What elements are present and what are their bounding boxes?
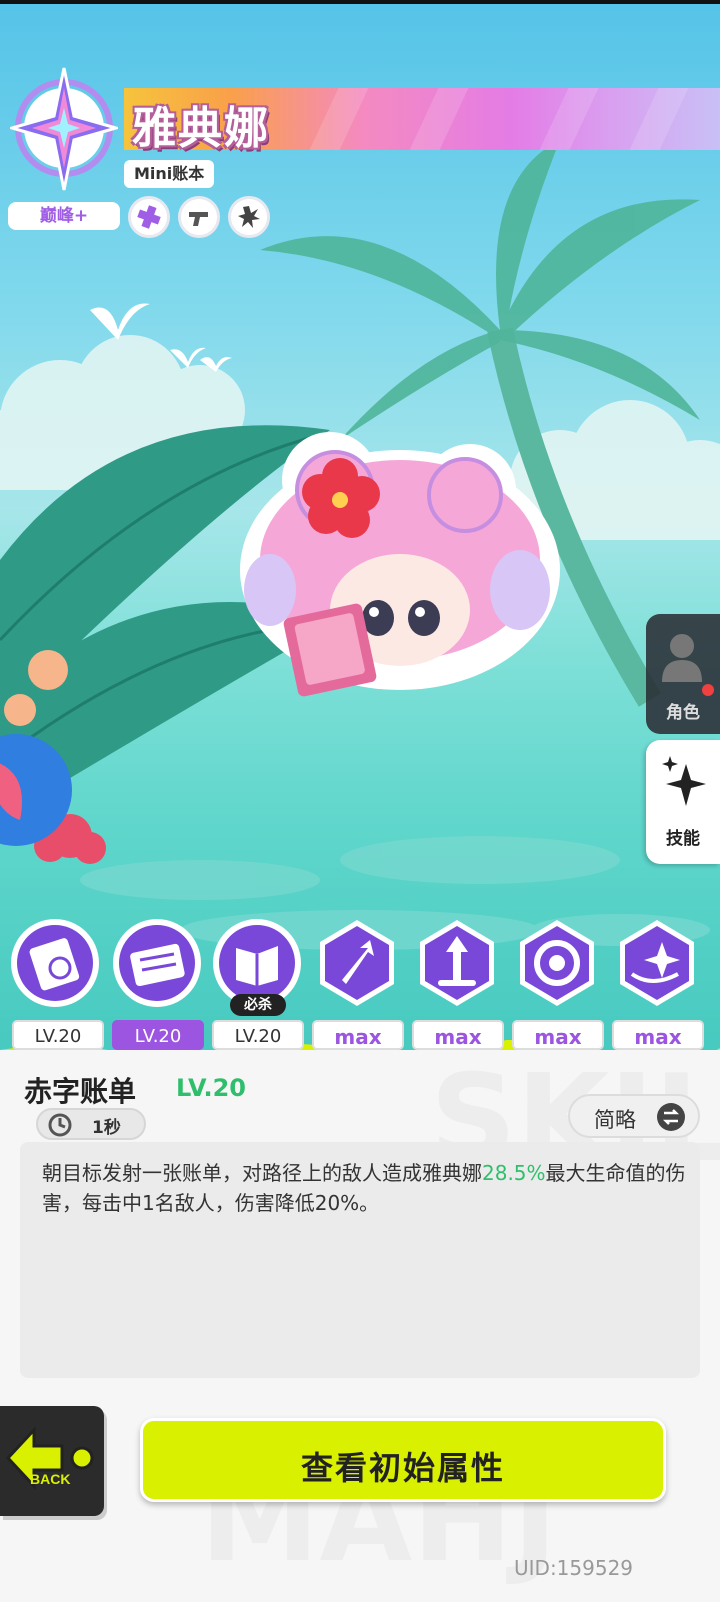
skill-level-1[interactable]: LV.20: [12, 1020, 104, 1050]
skill-level-7[interactable]: max: [612, 1020, 704, 1050]
passive-comet-icon[interactable]: [612, 918, 702, 1008]
back-button[interactable]: BACK: [0, 1406, 104, 1516]
skill-description: 朝目标发射一张账单，对路径上的敌人造成雅典娜28.5%最大生命值的伤害，每击中1…: [42, 1161, 686, 1215]
tab-character-label: 角色: [666, 703, 700, 723]
tab-character[interactable]: 角色: [646, 614, 720, 734]
character-name: 雅典娜: [132, 103, 270, 154]
skill-level-4[interactable]: max: [312, 1020, 404, 1050]
status-bar: [0, 0, 720, 4]
skill-level-3[interactable]: LV.20: [212, 1020, 304, 1050]
notification-dot: [702, 684, 714, 696]
skill-bill-icon[interactable]: [10, 918, 100, 1008]
ultimate-tag: 必杀: [230, 994, 286, 1016]
damage-percent: 28.5%: [482, 1161, 546, 1185]
character-sprite: [240, 432, 560, 697]
skill-level-5[interactable]: max: [412, 1020, 504, 1050]
tab-skills-label: 技能: [666, 829, 700, 849]
skill-level-6[interactable]: max: [512, 1020, 604, 1050]
skill-level-2[interactable]: LV.20: [112, 1020, 204, 1050]
skill-notebook-icon[interactable]: [112, 918, 202, 1008]
passive-arrow-icon[interactable]: [312, 918, 402, 1008]
back-arrow-icon: BACK: [5, 1426, 94, 1490]
class-cross-icon[interactable]: [128, 196, 170, 238]
back-label: BACK: [30, 1471, 70, 1487]
brief-toggle-label: 简略: [594, 1108, 636, 1132]
passive-fountain-icon[interactable]: [412, 918, 502, 1008]
user-id: UID:159529: [514, 1556, 634, 1580]
skill-name: 赤字账单: [24, 1075, 137, 1108]
rank-badge: 巅峰+: [8, 202, 120, 230]
rank-star-emblem-icon: [10, 67, 118, 191]
person-icon: [662, 634, 702, 682]
cooldown-pill: [36, 1108, 146, 1140]
view-initial-attributes-label: 查看初始属性: [300, 1449, 505, 1487]
swap-icon: [657, 1103, 685, 1131]
character-subtitle: Mini账本: [124, 160, 215, 188]
view-initial-attributes-button[interactable]: 查看初始属性: [140, 1418, 666, 1502]
sparkle-icon: [662, 756, 706, 806]
skill-level-label: LV.20: [176, 1074, 246, 1102]
clock-icon: [48, 1113, 72, 1137]
class-gun-icon[interactable]: [178, 196, 220, 238]
tab-skills[interactable]: 技能: [646, 740, 720, 864]
cooldown-value: 1秒: [92, 1118, 121, 1138]
passive-vortex-icon[interactable]: [512, 918, 602, 1008]
class-burst-icon[interactable]: [228, 196, 270, 238]
